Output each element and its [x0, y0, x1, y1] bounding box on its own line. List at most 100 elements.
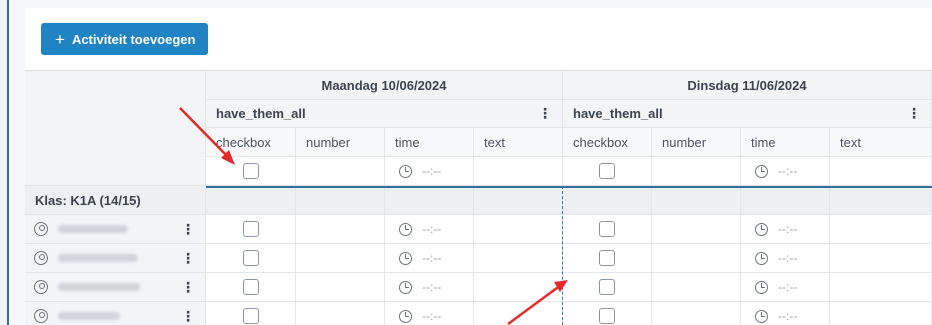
column-header-time: time — [385, 128, 474, 157]
bulk-number-cell[interactable] — [296, 157, 385, 186]
student-name-cell: ⋮ — [25, 273, 206, 302]
number-input-cell[interactable] — [296, 215, 385, 244]
clock-icon — [755, 164, 768, 178]
activity-grid: Maandag 10/06/2024 have_them_all ⋮ check… — [25, 70, 932, 325]
column-header-number: number — [296, 128, 385, 157]
text-input-cell[interactable] — [830, 215, 932, 244]
clock-icon — [755, 222, 768, 236]
activity-checkbox[interactable] — [242, 308, 259, 324]
time-placeholder: --:-- — [422, 309, 442, 323]
checkbox-cell — [563, 244, 652, 273]
time-placeholder: --:-- — [778, 164, 798, 178]
activity-checkbox[interactable] — [599, 221, 615, 237]
class-group-label: Klas: K1A (14/15) — [25, 186, 206, 215]
student-name-cell: ⋮ — [25, 215, 206, 244]
class-row-cell — [206, 186, 296, 215]
attendance-card: + Activiteit toevoegen Maandag 10/06/202… — [25, 8, 932, 325]
class-row-cell — [385, 186, 474, 215]
number-input-cell[interactable] — [652, 215, 741, 244]
time-placeholder: --:-- — [778, 222, 798, 236]
redacted-student-name — [58, 225, 128, 233]
number-input-cell[interactable] — [652, 244, 741, 273]
clock-icon — [399, 222, 412, 236]
number-input-cell[interactable] — [652, 273, 741, 302]
time-placeholder: --:-- — [778, 280, 798, 294]
text-input-cell[interactable] — [830, 302, 932, 325]
activity-checkbox[interactable] — [599, 308, 615, 324]
text-input-cell[interactable] — [474, 215, 563, 244]
activity-checkbox[interactable] — [599, 250, 615, 266]
class-row-cell — [563, 186, 652, 215]
bulk-number-cell[interactable] — [652, 157, 741, 186]
activity-checkbox[interactable] — [242, 279, 259, 295]
time-input-cell[interactable]: --:-- — [741, 273, 830, 302]
column-header-text: text — [830, 128, 932, 157]
text-input-cell[interactable] — [474, 244, 563, 273]
time-input-cell[interactable]: --:-- — [741, 302, 830, 325]
text-input-cell[interactable] — [830, 273, 932, 302]
class-row-cell — [741, 186, 830, 215]
text-input-cell[interactable] — [830, 244, 932, 273]
user-circle-icon — [34, 251, 48, 265]
time-placeholder: --:-- — [778, 251, 798, 265]
time-input-cell[interactable]: --:-- — [741, 215, 830, 244]
add-activity-label: Activiteit toevoegen — [71, 31, 196, 47]
time-placeholder: --:-- — [778, 309, 798, 323]
time-input-cell[interactable]: --:-- — [385, 302, 474, 325]
checkbox-cell — [563, 215, 652, 244]
day-header-monday: Maandag 10/06/2024 — [206, 71, 563, 100]
bulk-text-cell[interactable] — [830, 157, 932, 186]
column-header-time: time — [741, 128, 830, 157]
redacted-student-name — [58, 312, 120, 320]
vertical-dots-icon[interactable]: ⋮ — [181, 279, 195, 296]
user-circle-icon — [34, 309, 48, 323]
bulk-text-cell[interactable] — [474, 157, 563, 186]
checkbox-cell — [206, 302, 296, 325]
plus-icon: + — [55, 29, 65, 49]
time-placeholder: --:-- — [422, 251, 442, 265]
vertical-dots-icon[interactable]: ⋮ — [181, 221, 195, 238]
activity-checkbox[interactable] — [599, 279, 615, 295]
annotation-arrow-icon — [179, 107, 235, 165]
number-input-cell[interactable] — [296, 302, 385, 325]
bulk-time-cell[interactable]: --:-- — [741, 157, 830, 186]
vertical-dots-icon[interactable]: ⋮ — [181, 308, 195, 325]
activity-group-monday: have_them_all ⋮ — [206, 100, 563, 128]
student-name-cell: ⋮ — [25, 302, 206, 325]
user-circle-icon — [34, 280, 48, 294]
number-input-cell[interactable] — [296, 244, 385, 273]
add-activity-button[interactable]: + Activiteit toevoegen — [41, 23, 208, 55]
clock-icon — [399, 280, 412, 294]
clock-icon — [755, 309, 768, 323]
number-input-cell[interactable] — [296, 273, 385, 302]
time-input-cell[interactable]: --:-- — [385, 273, 474, 302]
time-input-cell[interactable]: --:-- — [385, 244, 474, 273]
vertical-dots-icon[interactable]: ⋮ — [538, 105, 552, 122]
header-underline — [206, 186, 932, 188]
clock-icon — [399, 309, 412, 323]
time-placeholder: --:-- — [422, 222, 442, 236]
bulk-checkbox[interactable] — [599, 163, 615, 179]
redacted-student-name — [58, 283, 140, 291]
activity-group-tuesday: have_them_all ⋮ — [563, 100, 932, 128]
checkbox-cell — [206, 273, 296, 302]
vertical-dots-icon[interactable]: ⋮ — [181, 250, 195, 267]
class-row-cell — [296, 186, 385, 215]
time-input-cell[interactable]: --:-- — [385, 215, 474, 244]
student-name-cell: ⋮ — [25, 244, 206, 273]
checkbox-cell — [563, 302, 652, 325]
checkbox-cell — [206, 244, 296, 273]
column-header-number: number — [652, 128, 741, 157]
number-input-cell[interactable] — [652, 302, 741, 325]
checkbox-cell — [206, 215, 296, 244]
clock-icon — [755, 251, 768, 265]
bulk-time-cell[interactable]: --:-- — [385, 157, 474, 186]
time-input-cell[interactable]: --:-- — [741, 244, 830, 273]
time-placeholder: --:-- — [422, 164, 442, 178]
redacted-student-name — [58, 254, 138, 262]
annotation-arrow-icon — [507, 280, 568, 325]
vertical-dots-icon[interactable]: ⋮ — [907, 105, 921, 122]
activity-checkbox[interactable] — [242, 221, 259, 237]
time-placeholder: --:-- — [422, 280, 442, 294]
activity-checkbox[interactable] — [242, 250, 259, 266]
